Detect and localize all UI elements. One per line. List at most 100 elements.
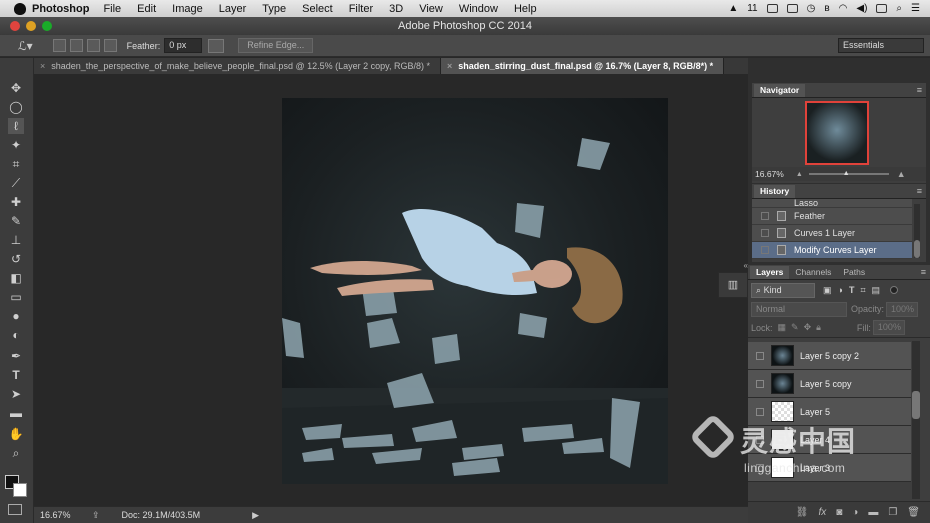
gradient-tool-icon[interactable]: ▭ — [8, 289, 24, 305]
delete-layer-icon[interactable]: 🗑︎ — [907, 507, 920, 518]
filter-toggle-icon[interactable] — [890, 286, 899, 294]
visibility-toggle-icon[interactable] — [756, 379, 764, 388]
lock-all-icon[interactable]: 🔒︎ — [816, 322, 821, 333]
battery-icon[interactable] — [876, 4, 888, 13]
blur-tool-icon[interactable]: ● — [8, 308, 24, 324]
zoom-tool-icon[interactable]: ⌕ — [8, 445, 24, 461]
filter-adjustment-icon[interactable]: ◑ — [838, 285, 843, 295]
navigator-zoom-slider[interactable]: ▲ — [808, 170, 889, 177]
layer-name[interactable]: Layer 4 — [800, 435, 830, 445]
marquee-tool-icon[interactable]: ◯ — [8, 99, 24, 115]
visibility-toggle-icon[interactable] — [756, 351, 764, 360]
history-brush-source-icon[interactable] — [761, 246, 769, 254]
layer-row[interactable]: Layer 5 copy 2 — [748, 342, 911, 370]
menu-window[interactable]: Window — [459, 3, 498, 15]
tab-stirring-dust-document[interactable]: × shaden_stirring_dust_final.psd @ 16.7% … — [440, 58, 725, 74]
lock-transparent-icon[interactable]: ▦ — [778, 322, 787, 333]
background-color-swatch[interactable] — [13, 483, 27, 497]
bluetooth-icon[interactable]: ʙ — [824, 3, 829, 14]
opacity-input[interactable]: 100% — [886, 301, 919, 317]
history-scrollbar[interactable] — [914, 204, 920, 258]
pen-tool-icon[interactable]: ✒ — [8, 348, 24, 364]
history-tab[interactable]: History — [754, 185, 796, 198]
layer-row[interactable]: Layer 4 — [748, 426, 911, 454]
rectangle-tool-icon[interactable]: ▬ — [8, 405, 24, 421]
add-to-selection-icon[interactable] — [69, 39, 83, 52]
adobe-icon[interactable]: ▲ — [728, 3, 738, 14]
app-menu-photoshop[interactable]: Photoshop — [32, 3, 89, 15]
anti-alias-icon[interactable] — [208, 38, 225, 53]
refine-edge-button[interactable]: Refine Edge... — [238, 38, 314, 53]
notification-badge[interactable]: 11 — [747, 3, 757, 14]
subtract-from-selection-icon[interactable] — [86, 39, 100, 52]
menu-type[interactable]: Type — [262, 3, 286, 15]
new-group-icon[interactable]: ▬ — [868, 507, 878, 518]
visibility-toggle-icon[interactable] — [756, 435, 764, 444]
visibility-toggle-icon[interactable] — [756, 463, 764, 472]
visibility-toggle-icon[interactable] — [756, 407, 764, 416]
crop-tool-icon[interactable]: ⌗ — [8, 156, 24, 172]
status-menu-arrow-icon[interactable]: ▶ — [252, 510, 259, 521]
tab-channels[interactable]: Channels — [789, 266, 837, 279]
zoom-out-icon[interactable]: ▲ — [796, 171, 803, 178]
history-item-curves[interactable]: Curves 1 Layer — [752, 225, 912, 242]
new-adjustment-layer-icon[interactable]: ◑ — [852, 507, 858, 518]
layer-row[interactable]: Layer 3 — [748, 454, 911, 482]
type-tool-icon[interactable]: T — [8, 367, 24, 383]
tab-paths[interactable]: Paths — [837, 266, 871, 279]
history-item-feather[interactable]: Feather — [752, 208, 912, 225]
menu-layer[interactable]: Layer — [219, 3, 247, 15]
feather-input[interactable]: 0 px — [164, 38, 203, 53]
eyedropper-tool-icon[interactable]: ⟋ — [8, 175, 24, 191]
new-layer-icon[interactable]: ❐ — [888, 507, 897, 518]
menu-help[interactable]: Help — [514, 3, 537, 15]
layers-scrollbar[interactable] — [912, 341, 920, 499]
clone-stamp-tool-icon[interactable]: ⊥ — [8, 232, 24, 248]
tab-layers[interactable]: Layers — [750, 266, 790, 279]
screen-icon[interactable] — [786, 4, 798, 13]
link-layers-icon[interactable]: ⛓︎ — [796, 507, 809, 518]
filter-shape-icon[interactable]: ⌗ — [860, 285, 865, 296]
history-item-lasso[interactable]: Lasso — [752, 199, 912, 208]
layer-name[interactable]: Layer 5 copy — [800, 379, 852, 389]
layer-name[interactable]: Layer 5 copy 2 — [800, 351, 859, 361]
move-tool-icon[interactable]: ✥ — [8, 80, 24, 96]
close-window-icon[interactable] — [10, 21, 20, 31]
share-icon[interactable]: ⇪ — [92, 510, 100, 521]
quick-mask-icon[interactable] — [8, 504, 22, 515]
volume-icon[interactable]: ◀) — [856, 3, 867, 14]
magic-wand-tool-icon[interactable]: ✦ — [8, 137, 24, 153]
layer-name[interactable]: Layer 5 — [800, 407, 830, 417]
apple-icon[interactable] — [14, 2, 26, 15]
menu-view[interactable]: View — [419, 3, 443, 15]
filter-pixel-icon[interactable]: ▣ — [823, 285, 832, 296]
eraser-tool-icon[interactable]: ◧ — [8, 270, 24, 286]
menu-edit[interactable]: Edit — [137, 3, 156, 15]
zoom-window-icon[interactable] — [42, 21, 52, 31]
display-icon[interactable] — [766, 4, 778, 13]
wifi-icon[interactable]: ◠ — [839, 3, 848, 14]
menu-3d[interactable]: 3D — [389, 3, 403, 15]
close-tab-icon[interactable]: × — [447, 61, 452, 71]
zoom-in-icon[interactable]: ▲ — [897, 169, 906, 179]
history-item-modify-curves[interactable]: Modify Curves Layer — [752, 242, 912, 259]
time-machine-icon[interactable]: ◷ — [807, 3, 816, 14]
canvas-area[interactable] — [34, 74, 748, 506]
close-tab-icon[interactable]: × — [40, 61, 45, 71]
notification-center-icon[interactable]: ☰ — [911, 3, 920, 14]
minimize-window-icon[interactable] — [26, 21, 36, 31]
hand-tool-icon[interactable]: ✋ — [8, 426, 24, 442]
path-selection-tool-icon[interactable]: ➤ — [8, 386, 24, 402]
blend-mode-select[interactable]: Normal — [751, 301, 847, 317]
document-image[interactable] — [282, 98, 668, 484]
intersect-selection-icon[interactable] — [103, 39, 117, 52]
filter-smart-object-icon[interactable]: ▤ — [872, 285, 881, 296]
workspace-select[interactable]: Essentials — [838, 38, 924, 53]
fill-input[interactable]: 100% — [872, 320, 905, 335]
lock-position-icon[interactable]: ✥ — [804, 322, 812, 333]
layer-row[interactable]: Layer 5 — [748, 398, 911, 426]
tab-perspective-document[interactable]: × shaden_the_perspective_of_make_believe_… — [34, 58, 441, 74]
layer-row[interactable]: Layer 5 copy — [748, 370, 911, 398]
dodge-tool-icon[interactable]: ◐ — [8, 327, 24, 343]
menu-file[interactable]: File — [103, 3, 121, 15]
